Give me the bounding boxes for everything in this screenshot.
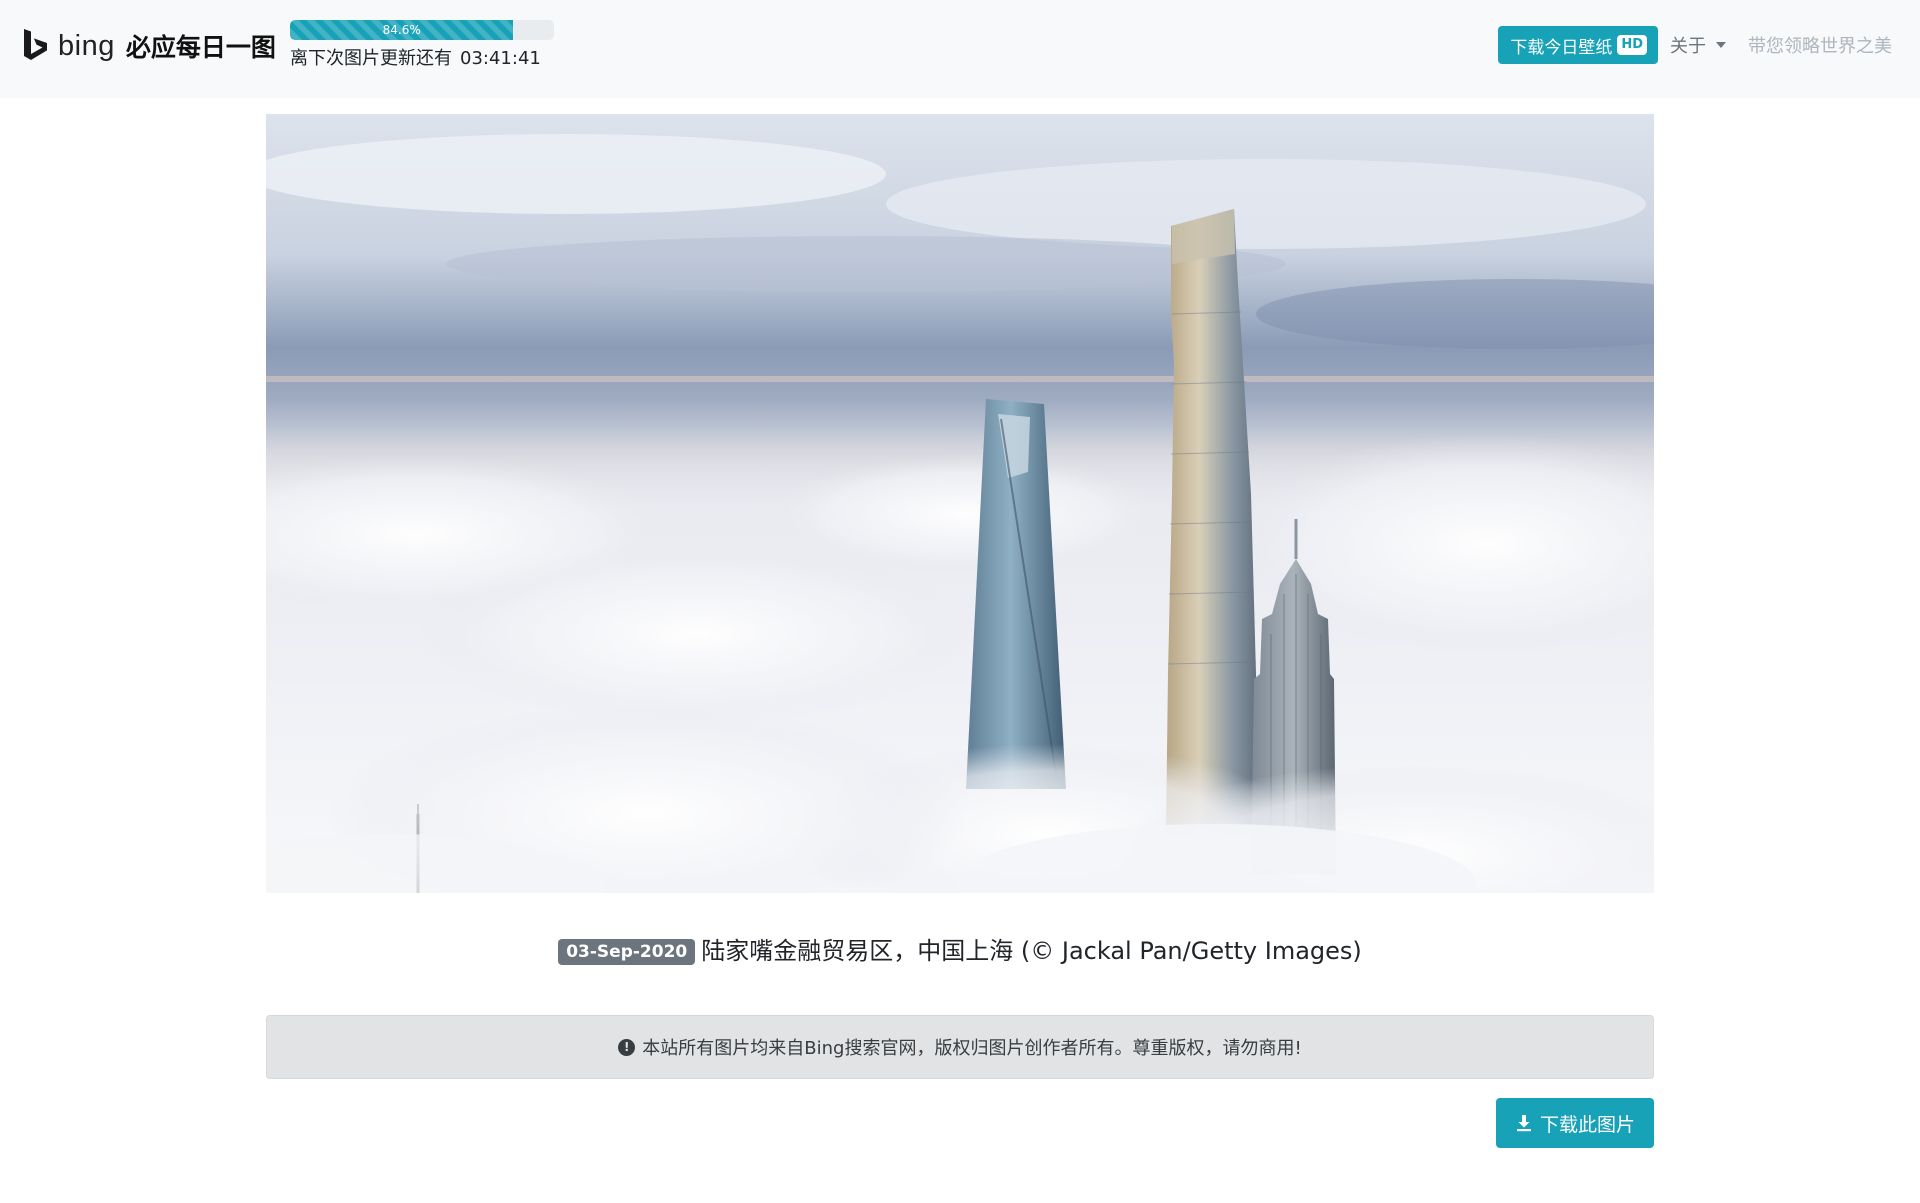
update-countdown: 84.6% 离下次图片更新还有 03:41:41: [290, 20, 554, 70]
bing-logo-icon: [24, 29, 47, 60]
download-icon: [1516, 1115, 1531, 1132]
download-today-button[interactable]: 下载今日壁纸 HD: [1498, 26, 1658, 64]
caption-text: 陆家嘴金融贸易区，中国上海 (© Jackal Pan/Getty Images…: [701, 937, 1362, 965]
countdown-timer: 03:41:41: [460, 48, 541, 69]
image-caption: 03-Sep-2020 陆家嘴金融贸易区，中国上海 (© Jackal Pan/G…: [266, 934, 1654, 968]
countdown-label: 离下次图片更新还有: [290, 48, 452, 69]
download-today-label: 下载今日壁纸: [1510, 37, 1613, 58]
download-image-label: 下载此图片: [1539, 1113, 1635, 1136]
brand-link[interactable]: bing 必应每日一图: [22, 26, 276, 66]
daily-wallpaper-image[interactable]: [266, 114, 1654, 893]
update-progress: 84.6%: [290, 20, 554, 40]
navbar: bing 必应每日一图 84.6% 离下次图片更新还有 03:41:41 下载今日…: [0, 0, 1920, 98]
wallpaper-illustration: [266, 114, 1654, 893]
site-slogan: 带您领略世界之美: [1748, 36, 1892, 57]
hd-badge: HD: [1617, 35, 1647, 55]
about-label: 关于: [1670, 36, 1706, 57]
update-progress-bar: 84.6%: [290, 20, 514, 40]
exclamation-circle-icon: !: [618, 1038, 636, 1056]
site-title: 必应每日一图: [125, 33, 276, 62]
date-badge: 03-Sep-2020: [558, 939, 696, 965]
about-dropdown[interactable]: 关于: [1670, 32, 1726, 58]
nav-right: 下载今日壁纸 HD 关于 带您领略世界之美: [1498, 26, 1892, 64]
notice-text: 本站所有图片均来自Bing搜索官网，版权归图片创作者所有。尊重版权，请勿商用!: [642, 1038, 1302, 1059]
brand-wordmark: bing: [58, 29, 115, 62]
copyright-notice: ! 本站所有图片均来自Bing搜索官网，版权归图片创作者所有。尊重版权，请勿商用…: [266, 1015, 1654, 1079]
caret-down-icon: [1716, 42, 1726, 48]
countdown-text: 离下次图片更新还有 03:41:41: [290, 44, 554, 70]
download-image-button[interactable]: 下载此图片: [1496, 1098, 1654, 1148]
